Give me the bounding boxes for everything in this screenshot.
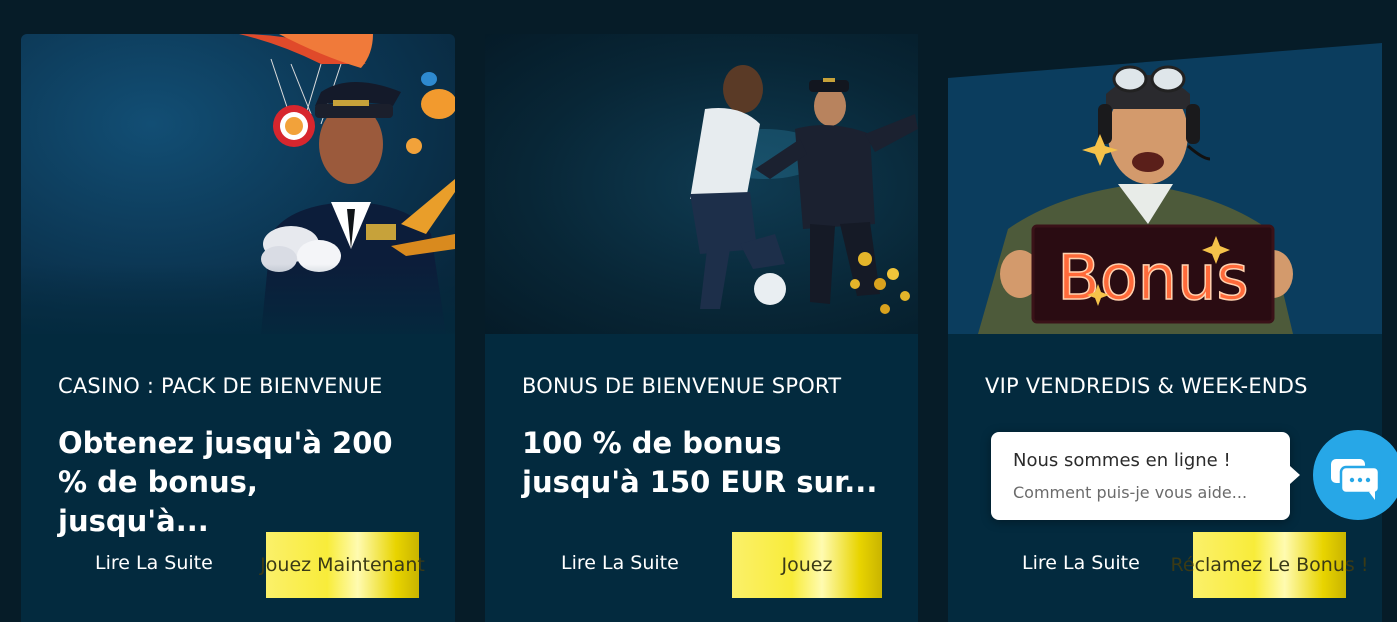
promo-card-sport: BONUS DE BIENVENUE SPORT 100 % de bonus … <box>485 0 918 622</box>
promo-category: CASINO : PACK DE BIENVENUE <box>58 374 383 398</box>
read-more-link[interactable]: Lire La Suite <box>561 552 679 574</box>
chat-button[interactable] <box>1313 430 1397 520</box>
promo-image-casino <box>21 34 455 334</box>
play-button[interactable]: Jouez <box>732 532 882 598</box>
promo-card-body: CASINO : PACK DE BIENVENUE Obtenez jusqu… <box>21 334 455 622</box>
chat-popup[interactable]: Nous sommes en ligne ! Comment puis-je v… <box>991 432 1300 520</box>
read-more-link[interactable]: Lire La Suite <box>1022 552 1140 574</box>
promo-image-sport <box>485 34 918 334</box>
claim-bonus-button[interactable]: Réclamez Le Bonus ! <box>1171 532 1368 598</box>
promo-image-vip: Bonus <box>948 34 1382 334</box>
chat-title: Nous sommes en ligne ! <box>1013 450 1231 471</box>
promo-headline: Obtenez jusqu'à 200 % de bonus, jusqu'à.… <box>58 426 393 538</box>
chat-bubbles-icon <box>1331 459 1381 500</box>
promo-card-casino: CASINO : PACK DE BIENVENUE Obtenez jusqu… <box>21 0 455 622</box>
promo-headline: 100 % de bonus jusqu'à 150 EUR sur... <box>522 426 878 499</box>
promo-card-vip: Bonus VIP VENDREDIS & WEEK-ENDS Lire La … <box>948 0 1382 622</box>
read-more-link[interactable]: Lire La Suite <box>95 552 213 574</box>
promo-card-body: BONUS DE BIENVENUE SPORT 100 % de bonus … <box>485 334 918 622</box>
promo-category: VIP VENDREDIS & WEEK-ENDS <box>985 374 1308 398</box>
chat-subtitle: Comment puis-je vous aide... <box>1013 483 1248 502</box>
play-now-button[interactable]: Jouez Maintenant <box>260 532 425 598</box>
promo-category: BONUS DE BIENVENUE SPORT <box>522 374 842 398</box>
